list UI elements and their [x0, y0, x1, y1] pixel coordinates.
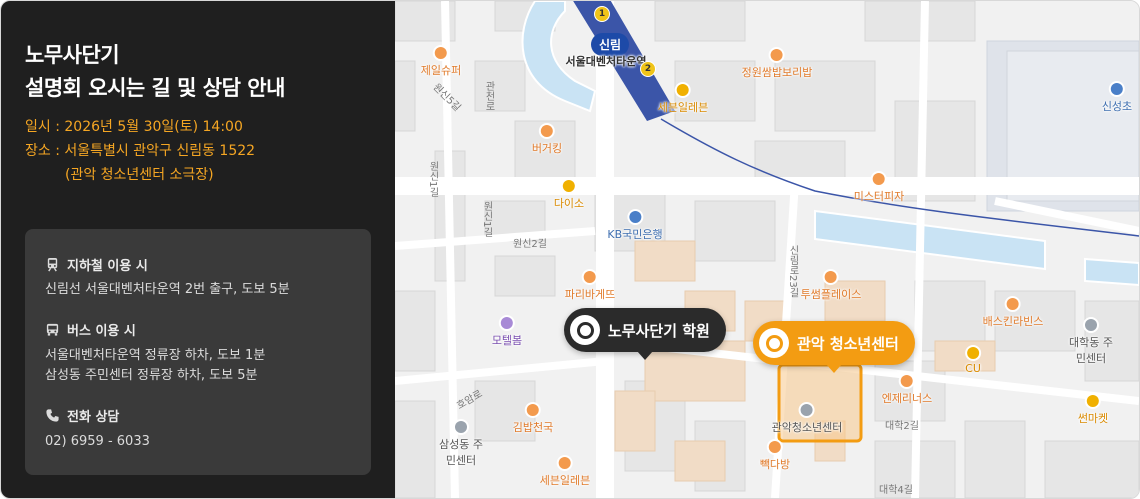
- location-pin-icon: [759, 328, 789, 358]
- info-panel: 노무사단기 설명회 오시는 길 및 상담 안내 일시 : 2026년 5월 30…: [1, 1, 395, 498]
- poi-19[interactable]: 관악청소년센터: [772, 404, 842, 435]
- youth-center-marker[interactable]: 관악 청소년센터: [753, 321, 915, 365]
- road-label-9: 관천로: [483, 81, 494, 111]
- poi-10-icon: [771, 49, 783, 61]
- youth-center-marker-label: 관악 청소년센터: [797, 334, 899, 353]
- poi-5-icon: [583, 271, 596, 283]
- poi-13-icon: [824, 271, 837, 283]
- subway-title: 지하철 이용 시: [67, 259, 148, 274]
- poi-18-icon: [1087, 395, 1099, 407]
- line-2-badge: 2: [640, 61, 656, 77]
- poi-1[interactable]: 제일슈퍼: [421, 47, 461, 78]
- phone-section-title: 전화 상담: [45, 406, 119, 425]
- poi-2-icon: [541, 125, 553, 137]
- map-view[interactable]: 1 신림 서울대벤처타운역 2 제일슈퍼 버거킹 다이소 KB국민은행 파리바게…: [395, 1, 1139, 498]
- station-name[interactable]: 서울대벤처타운역: [566, 53, 647, 69]
- event-meta: 일시 : 2026년 5월 30일(토) 14:00 장소 : 서울특별시 관악…: [25, 115, 255, 187]
- subway-directions: 신림선 서울대벤처타운역 2번 출구, 도보 5분: [45, 282, 290, 297]
- poi-3-icon: [563, 180, 575, 192]
- phone-number[interactable]: 02) 6959 - 6033: [45, 432, 150, 452]
- event-place-detail: (관악 청소년센터 소극장): [65, 167, 214, 183]
- poi-16[interactable]: CU: [965, 347, 981, 375]
- poi-6-icon: [501, 317, 513, 329]
- poi-20[interactable]: 빽다방: [760, 441, 790, 472]
- road-label-5: 신림로23길: [787, 245, 798, 298]
- academy-marker-label: 노무사단기 학원: [608, 321, 710, 340]
- poi-15-icon: [1085, 319, 1097, 331]
- poi-6[interactable]: 모텔봄: [492, 317, 522, 348]
- road-label-4: 원신1길: [427, 161, 438, 198]
- poi-12-icon: [872, 173, 885, 185]
- poi-7[interactable]: 김밥천국: [513, 404, 553, 435]
- road-label-2: 원신1길: [481, 201, 492, 238]
- poi-10[interactable]: 정원쌈밥보리밥: [742, 49, 812, 80]
- bus-icon: [46, 323, 59, 336]
- poi-17-icon: [900, 375, 913, 387]
- bus-directions-1: 서울대벤처타운역 정류장 하차, 도보 1분: [45, 348, 266, 363]
- road-label-7: 대학4길: [879, 485, 913, 496]
- line-1-badge: 1: [594, 6, 610, 22]
- poi-13[interactable]: 투썸플레이스: [801, 271, 861, 302]
- poi-16-icon: [966, 347, 979, 359]
- poi-21[interactable]: 신성초: [1102, 83, 1132, 114]
- poi-9[interactable]: 삼성동 주민센터: [436, 421, 486, 468]
- title-line-1: 노무사단기: [25, 43, 120, 67]
- event-date: 일시 : 2026년 5월 30일(토) 14:00: [25, 119, 243, 135]
- poi-14-icon: [1006, 298, 1019, 310]
- poi-11-icon: [676, 84, 689, 96]
- poi-9-icon: [455, 421, 467, 433]
- phone-icon: [46, 409, 59, 422]
- poi-2[interactable]: 버거킹: [532, 125, 562, 156]
- road-label-3: 원신2길: [513, 239, 547, 250]
- poi-21-icon: [1111, 83, 1123, 95]
- academy-marker[interactable]: 노무사단기 학원: [564, 308, 726, 352]
- poi-12[interactable]: 미스터피자: [854, 173, 904, 204]
- poi-17[interactable]: 엔제리너스: [882, 375, 932, 406]
- poi-7-icon: [526, 404, 539, 416]
- poi-5[interactable]: 파리바게뜨: [565, 271, 615, 302]
- poi-15[interactable]: 대학동 주민센터: [1066, 319, 1116, 366]
- poi-3[interactable]: 다이소: [554, 180, 584, 211]
- road-label-6: 대학2길: [885, 421, 919, 432]
- poi-4[interactable]: KB국민은행: [607, 211, 663, 242]
- poi-14[interactable]: 배스킨라빈스: [983, 298, 1043, 329]
- poi-4-icon: [629, 211, 641, 223]
- subway-icon: [47, 257, 58, 272]
- subway-section-title: 지하철 이용 시: [45, 255, 148, 274]
- poi-1-icon: [434, 47, 447, 59]
- location-pin-icon: [570, 315, 600, 345]
- poi-18[interactable]: 썬마켓: [1078, 395, 1108, 426]
- directions-box: 지하철 이용 시 신림선 서울대벤처타운역 2번 출구, 도보 5분 버스 이용…: [25, 229, 371, 475]
- poi-8[interactable]: 세븐일레븐: [540, 457, 590, 488]
- poi-8-icon: [558, 457, 571, 469]
- phone-title: 전화 상담: [67, 410, 120, 425]
- page-title: 노무사단기 설명회 오시는 길 및 상담 안내: [25, 39, 285, 105]
- event-place: 장소 : 서울특별시 관악구 신림동 1522: [25, 143, 256, 159]
- bus-title: 버스 이용 시: [67, 324, 136, 339]
- poi-20-icon: [769, 441, 781, 453]
- title-line-2: 설명회 오시는 길 및 상담 안내: [25, 76, 285, 100]
- poi-11[interactable]: 세븐일레븐: [658, 84, 708, 115]
- poi-19-icon: [801, 404, 813, 416]
- bus-section-title: 버스 이용 시: [45, 320, 136, 339]
- location-card: 노무사단기 설명회 오시는 길 및 상담 안내 일시 : 2026년 5월 30…: [0, 0, 1140, 499]
- bus-directions-2: 삼성동 주민센터 정류장 하차, 도보 5분: [45, 368, 258, 383]
